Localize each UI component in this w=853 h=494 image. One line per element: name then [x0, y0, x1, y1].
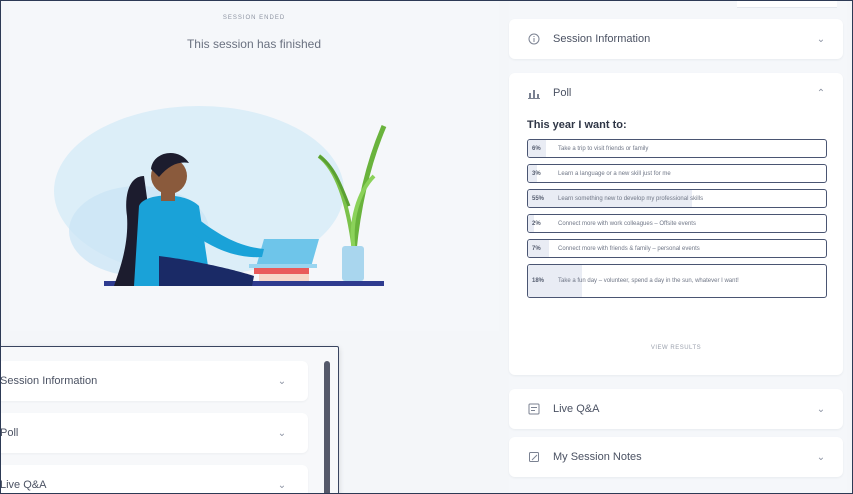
chevron-up-icon[interactable]: ⌃ [813, 88, 829, 99]
poll-option-text: Connect more with friends & family – per… [558, 245, 700, 252]
poll-option-text: Take a fun day – volunteer, spend a day … [558, 278, 739, 284]
accordion-live-qa[interactable]: Live Q&A ⌄ [509, 389, 843, 429]
poll-option-percent: 3% [532, 170, 541, 177]
overlay-item-label: Live Q&A [0, 479, 47, 491]
poll-results-link[interactable]: VIEW RESULTS [509, 345, 843, 351]
bar-chart-icon [527, 86, 541, 100]
poll-option-text: Connect more with work colleagues – Offs… [558, 220, 696, 227]
notes-icon [527, 450, 541, 464]
poll-option[interactable]: 7% Connect more with friends & family – p… [527, 239, 827, 258]
chevron-down-icon[interactable]: ⌄ [813, 452, 829, 463]
overlay-item-label: Session Information [0, 375, 98, 387]
poll-option-text: Learn a language or a new skill just for… [558, 170, 671, 177]
session-ended-illustration [54, 106, 387, 286]
chevron-down-icon[interactable]: ⌄ [813, 34, 829, 45]
poll-option[interactable]: 3% Learn a language or a new skill just f… [527, 164, 827, 183]
chevron-down-icon[interactable]: ⌄ [274, 480, 290, 491]
poll-option-percent: 7% [532, 245, 541, 252]
chevron-down-icon[interactable]: ⌄ [813, 404, 829, 415]
poll-question: This year I want to: [527, 119, 627, 131]
session-status: SESSION ENDED [222, 15, 286, 21]
poll-option-percent: 6% [532, 145, 541, 152]
sidebar-top-tab[interactable] [737, 1, 837, 8]
app-frame: SESSION ENDED This session has finished [0, 0, 853, 494]
accordion-label: My Session Notes [553, 451, 642, 463]
session-headline: This session has finished [186, 37, 322, 51]
accordion-session-notes[interactable]: My Session Notes ⌄ [509, 437, 843, 477]
poll-header[interactable]: Poll ⌃ [509, 73, 843, 113]
poll-option-percent: 18% [532, 278, 545, 284]
session-sidebar: Session Information ⌄ Poll ⌃ This year I… [509, 1, 847, 493]
accordion-overlay-panel: Session Information ⌄ Poll ⌄ Live Q&A ⌄ [0, 346, 339, 493]
overlay-item-label: Poll [0, 427, 19, 439]
accordion-label: Poll [553, 87, 572, 99]
overlay-item-session-information[interactable]: Session Information ⌄ [0, 361, 308, 401]
poll-option-percent: 2% [532, 220, 541, 227]
accordion-label: Session Information [553, 33, 651, 45]
overlay-item-poll[interactable]: Poll ⌄ [0, 413, 308, 453]
session-stage: SESSION ENDED This session has finished [9, 1, 499, 331]
poll-option[interactable]: 55% Learn something new to develop my pro… [527, 189, 827, 208]
chat-icon [527, 402, 541, 416]
accordion-label: Live Q&A [553, 403, 600, 415]
overlay-item-live-qa[interactable]: Live Q&A ⌄ [0, 465, 308, 493]
poll-option-text: Learn something new to develop my profes… [558, 195, 704, 202]
accordion-poll: Poll ⌃ This year I want to: 6% Take a tri… [509, 73, 843, 375]
poll-option[interactable]: 6% Take a trip to visit friends or family [527, 139, 827, 158]
overlay-scrollbar[interactable] [324, 361, 330, 493]
poll-option-percent: 55% [532, 195, 545, 202]
poll-option[interactable]: 18% Take a fun day – volunteer, spend a d… [527, 264, 827, 298]
chevron-down-icon[interactable]: ⌄ [274, 376, 290, 387]
info-icon [527, 32, 541, 46]
chevron-down-icon[interactable]: ⌄ [274, 428, 290, 439]
poll-options: 6% Take a trip to visit friends or family… [527, 139, 827, 304]
accordion-session-information[interactable]: Session Information ⌄ [509, 19, 843, 59]
poll-option-text: Take a trip to visit friends or family [558, 145, 649, 152]
poll-option[interactable]: 2% Connect more with work colleagues – Of… [527, 214, 827, 233]
